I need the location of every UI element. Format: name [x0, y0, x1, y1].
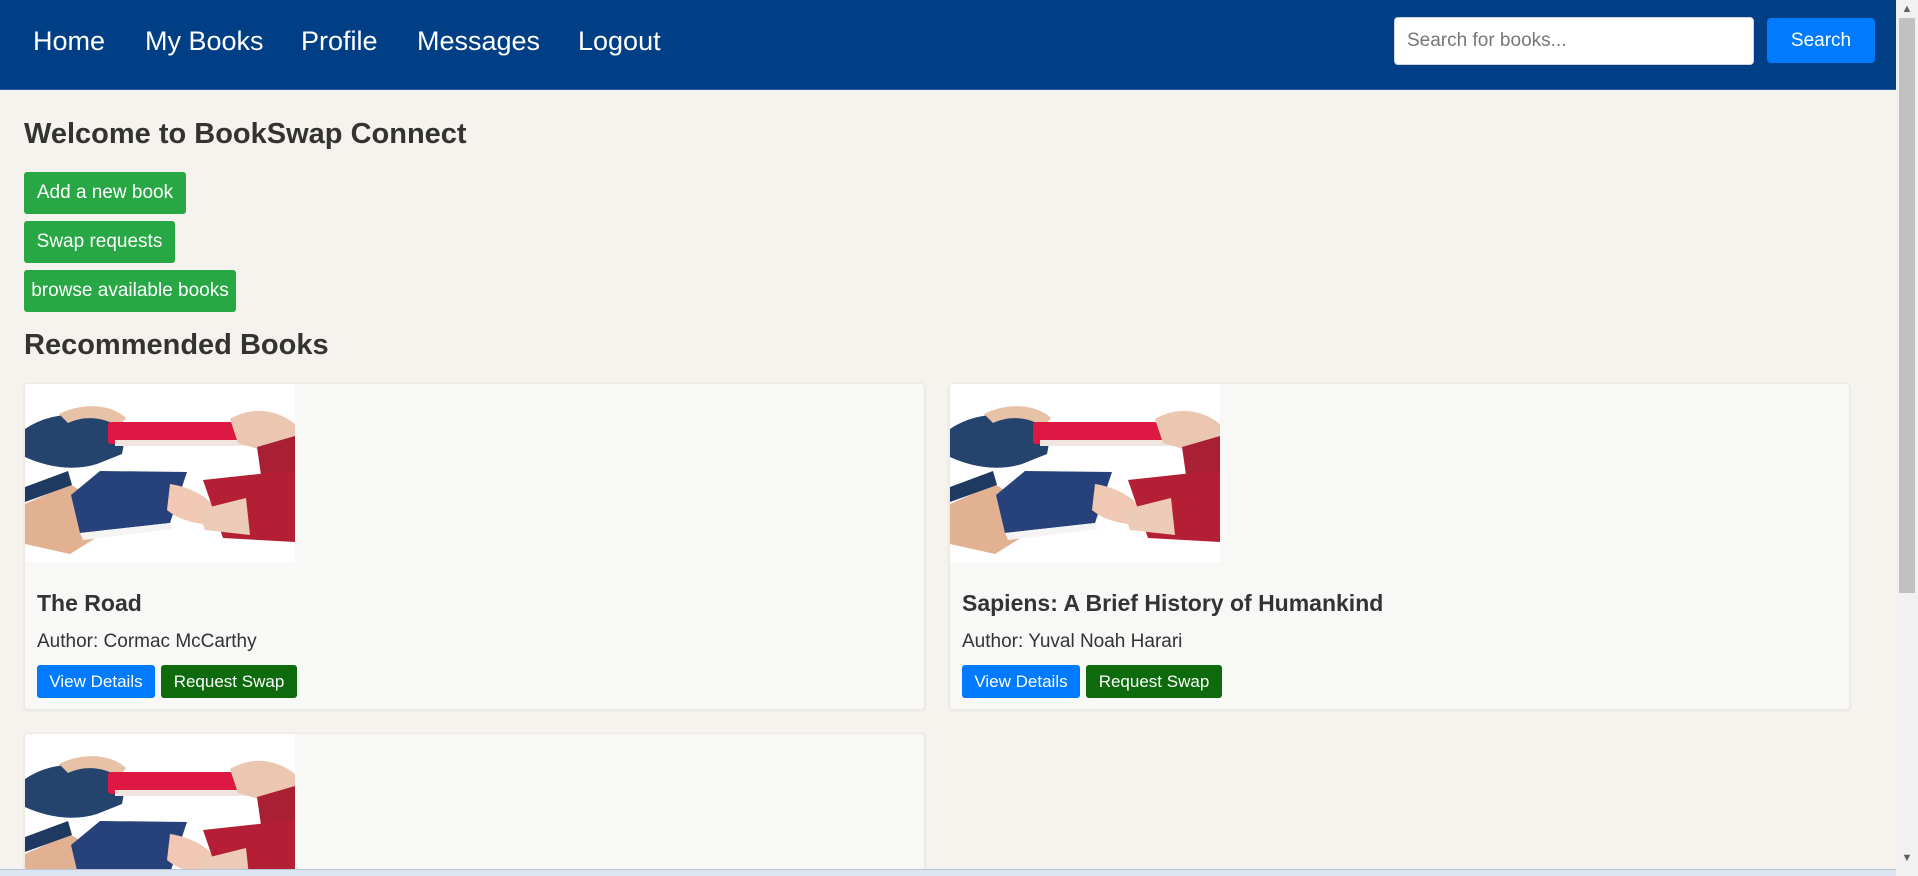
- book-title: The Road: [37, 590, 142, 616]
- book-exchange-image: [25, 734, 295, 870]
- window-bottom-edge: [0, 869, 1896, 876]
- page: Home My Books Profile Messages Logout Se…: [0, 0, 1918, 876]
- book-author: Author: Cormac McCarthy: [37, 631, 257, 652]
- nav-my-books-link[interactable]: My Books: [145, 24, 264, 58]
- request-swap-button[interactable]: Request Swap: [1086, 665, 1222, 698]
- recommended-books-heading: Recommended Books: [24, 329, 329, 361]
- scroll-down-arrow-icon[interactable]: ▼: [1896, 849, 1918, 867]
- nav-profile-link[interactable]: Profile: [301, 24, 378, 58]
- book-swap-photo: [25, 734, 295, 870]
- book-card: Sapiens: A Brief History of Humankind Au…: [949, 383, 1850, 710]
- scroll-up-arrow-icon[interactable]: ▲: [1896, 0, 1918, 18]
- welcome-heading: Welcome to BookSwap Connect: [24, 118, 467, 150]
- nav-messages-link[interactable]: Messages: [417, 24, 540, 58]
- nav-home-link[interactable]: Home: [33, 24, 105, 58]
- book-author: Author: Yuval Noah Harari: [962, 631, 1183, 652]
- book-card: [24, 733, 925, 871]
- book-swap-photo: [950, 384, 1220, 562]
- search-button[interactable]: Search: [1767, 18, 1875, 63]
- add-new-book-button[interactable]: Add a new book: [24, 172, 186, 214]
- top-navigation-bar: Home My Books Profile Messages Logout Se…: [0, 0, 1896, 90]
- view-details-button[interactable]: View Details: [962, 665, 1080, 698]
- book-title: Sapiens: A Brief History of Humankind: [962, 590, 1384, 616]
- book-exchange-image: [25, 384, 295, 562]
- swap-requests-button[interactable]: Swap requests: [24, 221, 175, 263]
- nav-logout-link[interactable]: Logout: [578, 24, 661, 58]
- book-swap-photo: [25, 384, 295, 562]
- book-card: The Road Author: Cormac McCarthy View De…: [24, 383, 925, 710]
- browse-available-books-button[interactable]: browse available books: [24, 270, 236, 312]
- book-exchange-image: [950, 384, 1220, 562]
- vertical-scrollbar[interactable]: ▲ ▼: [1896, 0, 1918, 876]
- request-swap-button[interactable]: Request Swap: [161, 665, 297, 698]
- view-details-button[interactable]: View Details: [37, 665, 155, 698]
- scrollbar-thumb[interactable]: [1899, 18, 1915, 593]
- book-search-input[interactable]: [1394, 17, 1754, 65]
